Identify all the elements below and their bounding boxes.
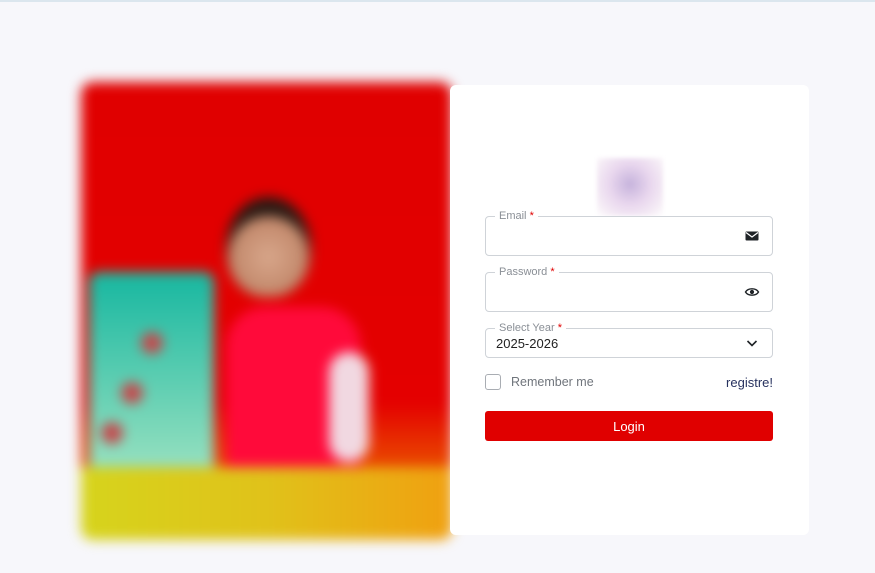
password-field[interactable]: Password *: [485, 265, 773, 312]
hero-table: [81, 467, 452, 540]
register-link[interactable]: registre!: [726, 375, 773, 390]
top-divider: [0, 0, 875, 2]
year-select[interactable]: Select Year * 2025-2026: [485, 321, 773, 358]
remember-checkbox[interactable]: [485, 374, 501, 390]
remember-me: Remember me: [485, 374, 594, 390]
year-selected-value: 2025-2026: [496, 336, 559, 351]
email-input[interactable]: [496, 227, 726, 245]
email-field[interactable]: Email *: [485, 209, 773, 256]
email-label: Email *: [495, 209, 538, 223]
hero-panel: [89, 272, 214, 482]
hero-head: [226, 197, 311, 297]
year-label: Select Year *: [495, 321, 566, 335]
eye-icon[interactable]: [744, 284, 760, 300]
remember-label: Remember me: [511, 375, 594, 389]
password-label: Password *: [495, 265, 559, 279]
login-button[interactable]: Login: [485, 411, 773, 441]
hero-dot: [101, 422, 123, 444]
chevron-down-icon[interactable]: [744, 335, 760, 351]
login-card: Email * Password * Select Year * 2025-20…: [450, 85, 809, 535]
envelope-icon: [744, 228, 760, 244]
school-logo: [597, 158, 663, 216]
hero-image: [81, 82, 452, 540]
password-input[interactable]: [496, 283, 726, 301]
hero-dot: [141, 332, 163, 354]
hero-arm: [329, 352, 369, 462]
hero-dot: [121, 382, 143, 404]
